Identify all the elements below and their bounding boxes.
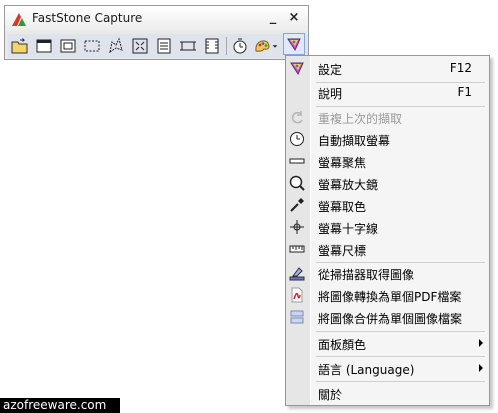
menu-item-label: 螢幕聚焦	[318, 156, 367, 170]
main-menu: 設定 F12 說明 F1 重複上次的擷取 自動擷取螢幕 螢幕聚焦 螢幕放大鏡 螢…	[285, 55, 490, 406]
video-recorder-icon	[205, 38, 219, 54]
settings-menu-icon	[287, 38, 301, 52]
pdf-icon	[288, 286, 306, 304]
screen-spotlight-icon	[288, 152, 306, 170]
menu-item-shortcut: F1	[457, 85, 472, 99]
capture-freehand-button[interactable]	[106, 36, 126, 56]
capture-scrolling-icon	[157, 38, 171, 54]
output-dropdown-arrow[interactable]	[270, 36, 280, 56]
menu-item-help[interactable]: 說明 F1	[286, 81, 489, 103]
capture-window-icon	[36, 39, 52, 53]
menu-item-screen-spotlight[interactable]: 螢幕聚焦	[286, 150, 489, 172]
merge-images-icon	[288, 308, 306, 326]
settings-icon	[288, 59, 306, 77]
menu-item-label: 面板顏色	[318, 338, 367, 352]
close-button[interactable]: ×	[286, 9, 302, 27]
output-destination-button[interactable]	[252, 36, 272, 56]
clock-icon	[288, 130, 306, 148]
menu-item-label: 關於	[318, 388, 343, 402]
open-button[interactable]	[10, 36, 30, 56]
submenu-arrow-icon	[479, 339, 483, 347]
toolbar-separator	[226, 37, 227, 55]
menu-item-convert-to-pdf[interactable]: 將圖像轉換為單個PDF檔案	[286, 284, 489, 306]
capture-scrolling-button[interactable]	[154, 36, 174, 56]
video-recorder-button[interactable]	[202, 36, 222, 56]
main-menu-button[interactable]	[283, 33, 305, 55]
menu-item-label: 重複上次的擷取	[318, 112, 403, 126]
menu-item-auto-capture[interactable]: 自動擷取螢幕	[286, 128, 489, 150]
capture-rectangle-button[interactable]	[82, 36, 102, 56]
faststone-capture-toolbar-window: FastStone Capture _ ×	[4, 5, 309, 60]
magnifier-icon	[288, 174, 306, 192]
delay-timer-icon	[233, 38, 247, 54]
menu-item-panel-color[interactable]: 面板顏色	[286, 332, 489, 354]
menu-item-label: 從掃描器取得圖像	[318, 268, 415, 282]
capture-freehand-icon	[109, 37, 123, 54]
menu-item-acquire-scanner[interactable]: 從掃描器取得圖像	[286, 262, 489, 284]
menu-item-label: 說明	[318, 87, 343, 101]
menu-item-label: 螢幕取色	[318, 200, 367, 214]
menu-item-screen-magnifier[interactable]: 螢幕放大鏡	[286, 172, 489, 194]
menu-item-repeat-last-capture: 重複上次的擷取	[286, 106, 489, 128]
submenu-arrow-icon	[479, 364, 483, 372]
menu-item-label: 螢幕尺標	[318, 244, 367, 258]
menu-item-label: 自動擷取螢幕	[318, 134, 391, 148]
scanner-icon	[288, 264, 306, 282]
menu-item-crosshair[interactable]: 螢幕十字線	[286, 216, 489, 238]
output-destination-icon	[255, 40, 270, 52]
menu-item-label: 設定	[318, 63, 343, 77]
capture-fullscreen-button[interactable]	[130, 36, 150, 56]
color-picker-icon	[288, 196, 306, 214]
menu-item-shortcut: F12	[449, 61, 472, 75]
capture-fixed-region-button[interactable]	[178, 36, 198, 56]
repeat-capture-icon	[288, 108, 306, 126]
menu-item-label: 語言 (Language)	[318, 363, 415, 377]
capture-fullscreen-icon	[132, 38, 148, 54]
menu-item-color-picker[interactable]: 螢幕取色	[286, 194, 489, 216]
capture-object-icon	[60, 39, 76, 53]
menu-item-label: 螢幕放大鏡	[318, 178, 379, 192]
menu-item-label: 將圖像合併為單個圖像檔案	[318, 312, 463, 326]
open-folder-icon	[11, 38, 28, 54]
menu-item-ruler[interactable]: 螢幕尺標	[286, 238, 489, 260]
menu-item-language[interactable]: 語言 (Language)	[286, 357, 489, 379]
menu-item-label: 將圖像轉換為單個PDF檔案	[318, 290, 462, 304]
menu-item-merge-images[interactable]: 將圖像合併為單個圖像檔案	[286, 306, 489, 328]
faststone-logo-icon	[12, 13, 26, 26]
capture-window-button[interactable]	[34, 36, 54, 56]
chevron-down-icon	[272, 45, 278, 48]
menu-item-label: 螢幕十字線	[318, 222, 379, 236]
menu-item-about[interactable]: 關於	[286, 382, 489, 404]
menu-item-settings[interactable]: 設定 F12	[286, 57, 489, 79]
ruler-icon	[288, 240, 306, 258]
title-bar[interactable]: FastStone Capture _ ×	[5, 6, 308, 31]
capture-rectangle-icon	[84, 40, 100, 52]
crosshair-icon	[288, 218, 306, 236]
minimize-button[interactable]: _	[265, 9, 281, 27]
capture-toolbar	[8, 34, 308, 58]
delay-timer-button[interactable]	[230, 36, 250, 56]
window-title: FastStone Capture	[32, 11, 143, 25]
capture-fixed-region-icon	[180, 41, 196, 51]
capture-object-button[interactable]	[58, 36, 78, 56]
watermark-text: azofreeware.com	[0, 398, 120, 413]
